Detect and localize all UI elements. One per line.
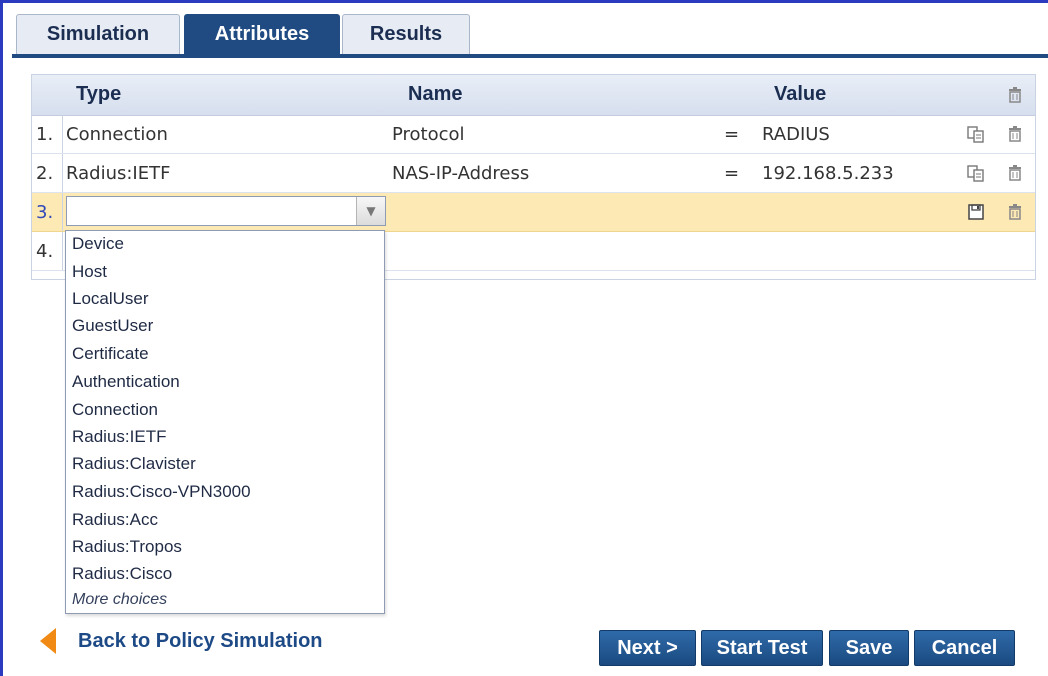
type-select[interactable]: ▼ (66, 196, 386, 226)
row-name: Protocol (392, 124, 465, 145)
row-operator: = (724, 163, 740, 184)
trash-icon[interactable] (1005, 85, 1025, 105)
tab-results[interactable]: Results (342, 14, 470, 54)
row-separator (62, 232, 63, 270)
start-test-button[interactable]: Start Test (701, 630, 823, 666)
dropdown-option[interactable]: LocalUser (72, 289, 149, 316)
copy-icon[interactable] (966, 124, 986, 144)
dropdown-option[interactable]: Authentication (72, 372, 180, 399)
dropdown-option[interactable]: Certificate (72, 344, 149, 371)
row-value: 192.168.5.233 (762, 163, 894, 184)
trash-icon[interactable] (1005, 124, 1025, 144)
window-frame-top (0, 0, 1048, 3)
dropdown-option[interactable]: Device (72, 234, 124, 261)
row-number: 1. (36, 124, 54, 145)
column-header-value: Value (774, 83, 827, 105)
table-header: Type Name Value (32, 75, 1035, 116)
dropdown-option[interactable]: Radius:Cisco-VPN3000 (72, 482, 251, 509)
dropdown-option[interactable]: Radius:Cisco (72, 564, 172, 591)
save-button[interactable]: Save (829, 630, 909, 666)
table-row[interactable]: 2. Radius:IETF NAS-IP-Address = 192.168.… (32, 154, 1035, 193)
tab-simulation[interactable]: Simulation (16, 14, 180, 54)
row-operator: = (724, 124, 740, 145)
column-header-name: Name (408, 83, 463, 105)
window-frame-left (0, 0, 3, 676)
back-arrow-icon (40, 628, 56, 654)
dropdown-option[interactable]: Radius:IETF (72, 427, 166, 454)
chevron-down-icon[interactable]: ▼ (356, 197, 385, 225)
table-row-editing[interactable]: 3. ▼ (32, 193, 1035, 232)
row-separator (62, 154, 63, 192)
tab-bar-rule (12, 54, 1048, 58)
row-value: RADIUS (762, 124, 830, 145)
dropdown-option[interactable]: Host (72, 262, 107, 289)
dropdown-option[interactable]: Radius:Tropos (72, 537, 182, 564)
tab-attributes[interactable]: Attributes (184, 14, 340, 54)
row-number: 2. (36, 163, 54, 184)
trash-icon[interactable] (1005, 202, 1025, 222)
save-icon[interactable] (966, 202, 986, 222)
type-dropdown-list[interactable]: Device Host LocalUser GuestUser Certific… (65, 230, 385, 614)
row-number: 4. (36, 241, 54, 262)
table-row[interactable]: 1. Connection Protocol = RADIUS (32, 115, 1035, 154)
copy-icon[interactable] (966, 163, 986, 183)
row-type: Radius:IETF (66, 163, 171, 184)
dropdown-option[interactable]: Radius:Acc (72, 510, 158, 537)
row-type: Connection (66, 124, 168, 145)
row-separator (62, 115, 63, 153)
dropdown-option[interactable]: Radius:Clavister (72, 454, 196, 481)
dropdown-option[interactable]: Connection (72, 400, 158, 427)
row-separator (62, 193, 63, 231)
row-number: 3. (36, 202, 54, 223)
more-choices-link[interactable]: More choices (72, 591, 167, 618)
trash-icon[interactable] (1005, 163, 1025, 183)
next-button[interactable]: Next > (599, 630, 696, 666)
cancel-button[interactable]: Cancel (914, 630, 1015, 666)
back-link-label: Back to Policy Simulation (78, 629, 323, 652)
back-to-policy-simulation-link[interactable]: Back to Policy Simulation (40, 626, 323, 656)
row-name: NAS-IP-Address (392, 163, 530, 184)
column-header-type: Type (76, 83, 122, 105)
dropdown-option[interactable]: GuestUser (72, 316, 153, 343)
